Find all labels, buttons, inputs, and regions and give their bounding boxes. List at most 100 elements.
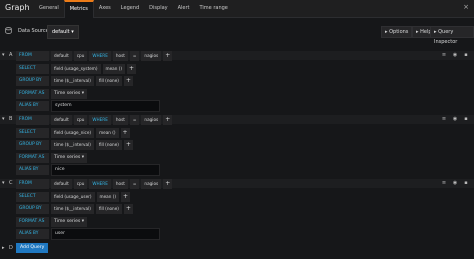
group-time[interactable]: time ($__interval) (51, 76, 94, 86)
query-letter: A (9, 52, 13, 58)
field-select[interactable]: field (usage_nice) (51, 128, 95, 138)
add-query-row: ▸ D Add Query (0, 242, 474, 254)
measurement[interactable]: cpu (73, 179, 88, 189)
field-select[interactable]: field (usage_user) (51, 192, 95, 202)
alias-row: ALIAS BY nice (16, 164, 160, 176)
query-inspector-button[interactable]: ▸ Query Inspector (430, 26, 474, 45)
tag-key[interactable]: host (112, 179, 128, 189)
collapse-arrow-icon[interactable]: ▾ (2, 52, 5, 58)
select-row: SELECT field (usage_nice) mean () + (16, 128, 130, 138)
collapse-arrow-icon[interactable]: ▾ (2, 180, 5, 186)
tab-axes[interactable]: Axes (94, 0, 116, 17)
eye-icon[interactable]: ◉ (452, 52, 458, 58)
options-button[interactable]: ▸ Options (381, 26, 413, 38)
add-group-button[interactable]: + (123, 204, 133, 214)
group-fill[interactable]: fill (none) (95, 76, 122, 86)
tab-alert[interactable]: Alert (173, 0, 195, 17)
group-time[interactable]: time ($__interval) (51, 204, 94, 214)
add-condition-button[interactable]: + (163, 179, 173, 189)
tag-operator[interactable]: = (129, 115, 140, 125)
tag-key[interactable]: host (112, 115, 128, 125)
format-value: Time series (54, 219, 81, 224)
retention-policy[interactable]: default (51, 115, 72, 125)
tab-legend[interactable]: Legend (116, 0, 144, 17)
query-letter: B (9, 116, 13, 122)
chevron-down-icon: ▾ (81, 91, 85, 96)
group-by-row: GROUP BY time ($__interval) fill (none) … (16, 140, 133, 150)
eye-icon[interactable]: ◉ (452, 116, 458, 122)
tab-metrics[interactable]: Metrics (63, 0, 94, 18)
where-keyword: WHERE (89, 179, 111, 189)
options-label: Options (389, 29, 409, 35)
trash-icon[interactable]: ▪ (463, 52, 469, 58)
trash-icon[interactable]: ▪ (463, 180, 469, 186)
measurement[interactable]: cpu (73, 115, 88, 125)
group-fill[interactable]: fill (none) (95, 204, 122, 214)
format-keyword: FORMAT AS (16, 153, 49, 163)
query-row-b: ▾ B ≡ ◉ ▪ FROM default cpu WHERE host = … (0, 115, 474, 177)
tag-value[interactable]: nagios (141, 51, 162, 61)
add-select-button[interactable]: + (120, 192, 130, 202)
tag-operator[interactable]: = (129, 179, 140, 189)
close-icon[interactable]: × (463, 3, 469, 11)
alias-keyword: ALIAS BY (16, 101, 49, 111)
menu-icon[interactable]: ≡ (441, 116, 447, 122)
from-keyword: FROM (16, 115, 49, 125)
alias-input[interactable]: user (51, 228, 160, 240)
format-select[interactable]: Time series ▾ (51, 217, 88, 227)
from-row: FROM default cpu WHERE host = nagios + (16, 51, 173, 61)
add-select-button[interactable]: + (127, 64, 136, 74)
menu-icon[interactable]: ≡ (441, 180, 447, 186)
format-keyword: FORMAT AS (16, 217, 49, 227)
aggregation-select[interactable]: mean () (96, 128, 119, 138)
datasource-label: Data Source (18, 28, 49, 34)
retention-policy[interactable]: default (51, 179, 72, 189)
tag-value[interactable]: nagios (141, 115, 162, 125)
menu-icon[interactable]: ≡ (441, 52, 447, 58)
aggregation-select[interactable]: mean () (96, 192, 119, 202)
chevron-down-icon: ▾ (81, 219, 85, 224)
query-letter: C (9, 180, 13, 186)
retention-policy[interactable]: default (51, 51, 72, 61)
next-query-letter: D (9, 245, 13, 251)
collapse-arrow-icon: ▸ (2, 245, 5, 251)
query-actions: ≡ ◉ ▪ (441, 116, 469, 122)
alias-input[interactable]: system (51, 100, 160, 112)
query-row-c: ▾ C ≡ ◉ ▪ FROM default cpu WHERE host = … (0, 179, 474, 241)
tag-value[interactable]: nagios (141, 179, 162, 189)
alias-row: ALIAS BY system (16, 100, 160, 112)
collapse-arrow-icon[interactable]: ▾ (2, 116, 5, 122)
add-condition-button[interactable]: + (163, 115, 173, 125)
tag-key[interactable]: host (112, 51, 128, 61)
query-inspector-label: Query Inspector (434, 29, 458, 45)
eye-icon[interactable]: ◉ (452, 180, 458, 186)
datasource-row: Data Source default ▾ ▸ Options ▸ Help ▸… (0, 24, 474, 45)
tab-general[interactable]: General (34, 0, 64, 17)
where-keyword: WHERE (89, 51, 111, 61)
group-time[interactable]: time ($__interval) (51, 140, 94, 150)
tag-operator[interactable]: = (129, 51, 140, 61)
select-keyword: SELECT (16, 64, 49, 74)
tab-display[interactable]: Display (144, 0, 172, 17)
add-group-button[interactable]: + (123, 140, 133, 150)
aggregation-select[interactable]: mean () (102, 64, 125, 74)
chevron-down-icon: ▾ (81, 155, 85, 160)
tab-time-range[interactable]: Time range (195, 0, 233, 17)
add-select-button[interactable]: + (120, 128, 130, 138)
group-by-keyword: GROUP BY (16, 204, 49, 214)
field-select[interactable]: field (usage_system) (51, 64, 101, 74)
format-select[interactable]: Time series ▾ (51, 153, 88, 163)
select-keyword: SELECT (16, 128, 49, 138)
format-select[interactable]: Time series ▾ (51, 89, 88, 99)
query-actions: ≡ ◉ ▪ (441, 52, 469, 58)
group-fill[interactable]: fill (none) (95, 140, 122, 150)
measurement[interactable]: cpu (73, 51, 88, 61)
alias-keyword: ALIAS BY (16, 229, 49, 239)
datasource-select[interactable]: default ▾ (47, 25, 79, 39)
add-group-button[interactable]: + (123, 76, 133, 86)
add-condition-button[interactable]: + (163, 51, 173, 61)
group-by-row: GROUP BY time ($__interval) fill (none) … (16, 204, 133, 214)
trash-icon[interactable]: ▪ (463, 116, 469, 122)
alias-input[interactable]: nice (51, 164, 160, 176)
add-query-button[interactable]: Add Query (16, 243, 49, 253)
